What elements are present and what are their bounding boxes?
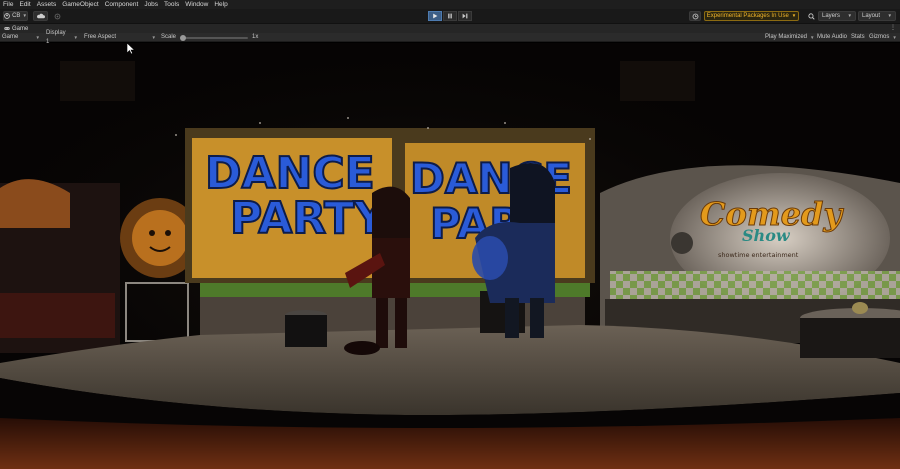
menu-bar: File Edit Assets GameObject Component Jo…	[0, 0, 900, 9]
menu-tools[interactable]: Tools	[161, 0, 182, 9]
menu-window[interactable]: Window	[182, 0, 211, 9]
stats-toggle[interactable]: Stats	[851, 33, 865, 42]
table-ornament	[852, 302, 868, 314]
tab-bar: Game ⋮	[0, 24, 900, 33]
play-maximized-dropdown[interactable]: Play Maximized ▼	[765, 33, 814, 42]
view-mode-label: Game	[2, 34, 19, 40]
chevron-down-icon: ▼	[810, 35, 815, 40]
account-icon	[4, 13, 10, 19]
gamepad-icon	[4, 27, 10, 30]
account-label: CB	[12, 13, 21, 19]
comedy-mask	[671, 232, 693, 254]
scale-slider-thumb[interactable]	[180, 34, 186, 41]
banner-left-line1: DANCE	[205, 148, 375, 199]
menu-file[interactable]: File	[0, 0, 16, 9]
checker-trim	[610, 271, 900, 299]
pause-icon	[448, 13, 452, 19]
search-button[interactable]	[805, 11, 817, 21]
view-mode-dropdown[interactable]: Game ▼	[2, 33, 42, 42]
collab-button[interactable]	[52, 11, 63, 21]
experimental-packages-label: Experimental Packages In Use	[706, 13, 789, 19]
chevron-down-icon: ▼	[887, 13, 892, 18]
step-button[interactable]	[458, 11, 472, 21]
scale-label: Scale	[161, 34, 177, 40]
aspect-label: Free Aspect	[84, 34, 117, 40]
railing	[0, 293, 115, 338]
chevron-down-icon: ▼	[791, 13, 797, 18]
history-icon	[692, 13, 698, 19]
gizmos-dropdown[interactable]: Gizmos ▼	[869, 33, 897, 42]
play-icon	[433, 13, 438, 19]
search-icon	[807, 12, 815, 20]
menu-assets[interactable]: Assets	[34, 0, 60, 9]
more-options-icon[interactable]: ⋮	[890, 24, 896, 33]
mouse-cursor-icon	[127, 43, 135, 55]
chevron-down-icon: ▼	[847, 13, 852, 18]
step-icon	[462, 13, 468, 19]
chevron-down-icon: ▼	[151, 35, 156, 40]
tab-game-label: Game	[12, 25, 29, 32]
account-dropdown[interactable]: CB ▼	[3, 11, 28, 21]
aspect-dropdown[interactable]: Free Aspect ▼	[84, 33, 158, 42]
menu-edit[interactable]: Edit	[16, 0, 33, 9]
chevron-down-icon: ▼	[892, 35, 897, 40]
menu-jobs[interactable]: Jobs	[141, 0, 161, 9]
window-right	[620, 61, 695, 101]
comedy-subtitle: Show	[742, 226, 791, 245]
collab-icon	[54, 13, 61, 19]
drum-left	[285, 315, 327, 347]
menu-component[interactable]: Component	[102, 0, 142, 9]
chevron-down-icon: ▼	[22, 13, 27, 18]
play-button[interactable]	[428, 11, 442, 21]
chevron-down-icon: ▼	[73, 35, 78, 40]
play-maximized-label: Play Maximized	[765, 34, 808, 40]
game-view-toolbar: Game ▼ Display 1 ▼ Free Aspect ▼ Scale 1…	[0, 30, 900, 45]
gizmos-label: Gizmos	[869, 34, 890, 40]
menu-gameobject[interactable]: GameObject	[59, 0, 102, 9]
mute-audio-toggle[interactable]: Mute Audio	[817, 33, 847, 42]
scale-value: 1x	[252, 34, 259, 40]
cloud-button[interactable]	[33, 11, 48, 21]
game-view[interactable]: DANCE PARTY DANCE PAR Comedy Show showti…	[0, 43, 900, 469]
layout-dropdown[interactable]: Layout ▼	[858, 11, 896, 21]
pause-button[interactable]	[443, 11, 457, 21]
experimental-packages-dropdown[interactable]: Experimental Packages In Use ▼	[704, 11, 799, 21]
menu-help[interactable]: Help	[211, 0, 230, 9]
layers-label: Layers	[822, 13, 841, 19]
game-scene-render: DANCE PARTY DANCE PAR Comedy Show showti…	[0, 43, 900, 469]
chevron-down-icon: ▼	[35, 35, 40, 40]
window-left	[60, 61, 135, 101]
play-controls	[428, 11, 472, 21]
display-dropdown[interactable]: Display 1 ▼	[46, 30, 80, 45]
side-table-base	[800, 318, 900, 358]
banner-left-line2: PARTY	[230, 193, 387, 244]
scale-slider[interactable]	[180, 34, 248, 41]
comedy-tagline: showtime entertainment	[718, 251, 799, 259]
layers-dropdown[interactable]: Layers ▼	[818, 11, 856, 21]
cloud-icon	[37, 13, 45, 19]
main-toolbar: CB ▼ Experimental Packages In Use ▼ Laye…	[0, 9, 900, 24]
tab-game[interactable]: Game	[2, 24, 32, 33]
layout-label: Layout	[862, 13, 881, 19]
undo-history-button[interactable]	[689, 11, 701, 21]
